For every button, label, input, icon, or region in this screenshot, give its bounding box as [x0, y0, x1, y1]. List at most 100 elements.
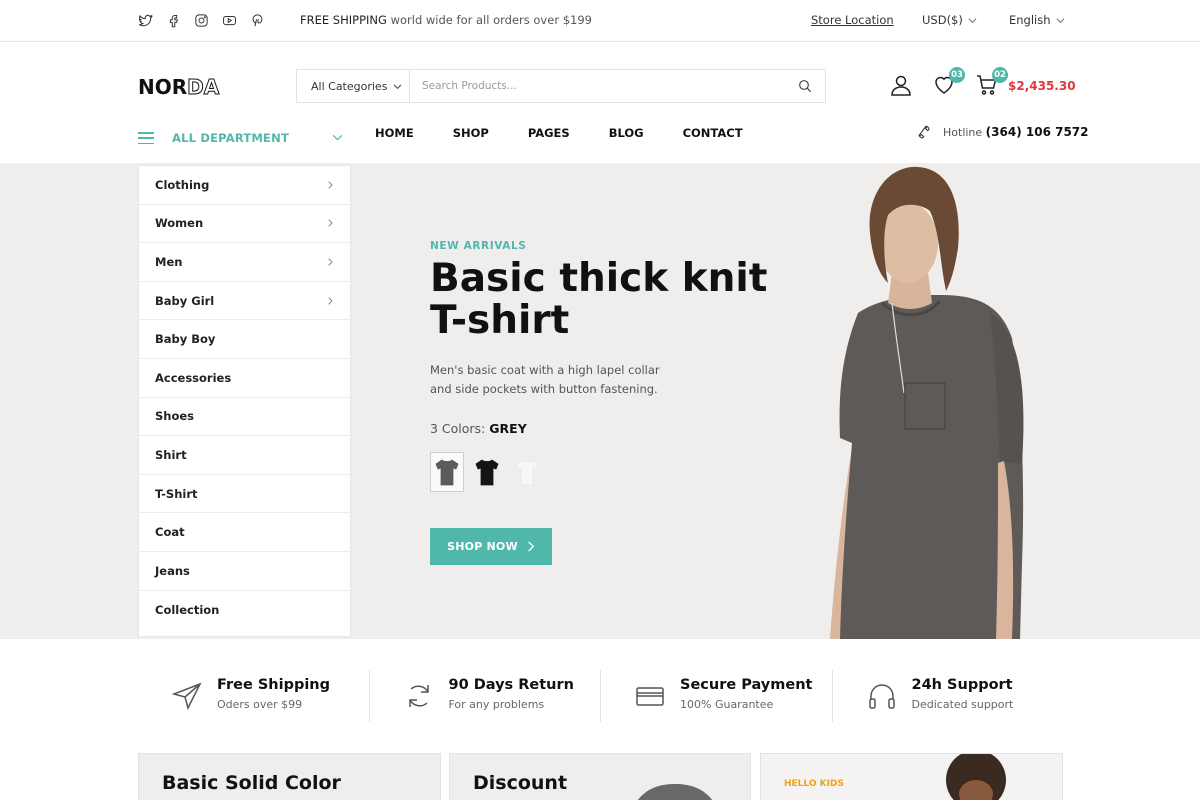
- color-swatch[interactable]: [430, 452, 464, 492]
- category-select-value: All Categories: [311, 79, 388, 93]
- category-label: Jeans: [155, 563, 190, 578]
- pinterest-icon[interactable]: [249, 12, 266, 29]
- search-bar: All Categories: [296, 69, 826, 103]
- twitter-icon[interactable]: [137, 12, 154, 29]
- language-select[interactable]: English: [1009, 13, 1065, 27]
- chevron-right-icon: [328, 219, 333, 228]
- category-select[interactable]: All Categories: [297, 70, 410, 102]
- category-label: Clothing: [155, 177, 210, 192]
- hotline: Hotline (364) 106 7572: [915, 124, 1089, 140]
- hamburger-icon: [138, 132, 154, 144]
- chevron-down-icon: [393, 83, 402, 89]
- category-item[interactable]: Baby Girl: [139, 282, 350, 321]
- feature-subtitle: Dedicated support: [911, 698, 1014, 711]
- cart-count-badge: 02: [992, 67, 1008, 83]
- chevron-down-icon: [968, 17, 977, 23]
- category-item[interactable]: Clothing: [139, 166, 350, 205]
- promo-kid-image: [946, 754, 1006, 800]
- cart-button[interactable]: 02: [975, 67, 1008, 97]
- tshirt-icon: [475, 459, 499, 486]
- category-item[interactable]: Shirt: [139, 436, 350, 475]
- search-input[interactable]: [410, 70, 785, 102]
- top-bar: FREE SHIPPING world wide for all orders …: [0, 0, 1200, 42]
- tshirt-icon: [435, 459, 459, 486]
- promo-card-kids[interactable]: HELLO KIDS: [760, 753, 1063, 800]
- instagram-icon[interactable]: [193, 12, 210, 29]
- feature-title: 90 Days Return: [448, 677, 574, 693]
- promo-title: Discount: [473, 772, 568, 794]
- phone-icon: [918, 125, 930, 139]
- headphones-icon: [868, 684, 895, 709]
- chevron-right-icon: [328, 181, 333, 189]
- category-label: Shoes: [155, 409, 195, 424]
- account-button[interactable]: [889, 73, 913, 97]
- promo-product-image: [637, 784, 713, 800]
- features-strip: Free Shipping Oders over $99 90 Days Retu…: [138, 670, 1063, 726]
- category-item[interactable]: Baby Boy: [139, 320, 350, 359]
- category-label: Women: [155, 216, 204, 231]
- social-links: [137, 12, 266, 29]
- return-icon: [408, 685, 429, 707]
- category-label: Collection: [155, 602, 220, 617]
- wishlist-count-badge: 03: [949, 67, 965, 83]
- shop-now-label: SHOP NOW: [447, 540, 518, 553]
- category-item[interactable]: Shoes: [139, 398, 350, 437]
- color-count: 3 Colors: GREY: [430, 421, 527, 436]
- currency-value: USD($): [922, 13, 963, 27]
- department-label: ALL DEPARTMENT: [172, 131, 289, 145]
- user-icon: [891, 75, 911, 96]
- wishlist-button[interactable]: 03: [932, 67, 965, 97]
- category-item[interactable]: T-Shirt: [139, 475, 350, 514]
- category-label: T-Shirt: [155, 486, 198, 501]
- promo-card-discount[interactable]: Discount: [449, 753, 751, 800]
- feature-returns: 90 Days Return For any problems: [370, 670, 601, 722]
- all-department-toggle[interactable]: ALL DEPARTMENT: [138, 128, 343, 148]
- color-swatch[interactable]: [510, 452, 544, 492]
- category-item[interactable]: Collection: [139, 591, 350, 630]
- promo-card-basic-solid[interactable]: Basic Solid Color: [138, 753, 441, 800]
- nav-contact[interactable]: CONTACT: [683, 126, 743, 140]
- facebook-icon[interactable]: [165, 12, 182, 29]
- category-label: Accessories: [155, 370, 232, 385]
- feature-secure-payment: Secure Payment 100% Guarantee: [601, 670, 833, 722]
- nav-blog[interactable]: BLOG: [609, 126, 644, 140]
- category-item[interactable]: Accessories: [139, 359, 350, 398]
- chevron-down-icon: [332, 134, 343, 141]
- nav-shop[interactable]: SHOP: [453, 126, 489, 140]
- store-location-link[interactable]: Store Location: [811, 13, 894, 27]
- hotline-number[interactable]: (364) 106 7572: [986, 125, 1089, 139]
- feature-title: Secure Payment: [680, 677, 813, 693]
- cart-total[interactable]: $2,435.30: [1008, 79, 1076, 93]
- paper-plane-icon: [171, 682, 202, 711]
- shipping-strong-text: FREE SHIPPING: [300, 13, 387, 27]
- category-item[interactable]: Jeans: [139, 552, 350, 591]
- promo-title: Basic Solid Color: [162, 772, 341, 794]
- color-swatch[interactable]: [470, 452, 504, 492]
- shop-now-button[interactable]: SHOP NOW: [430, 528, 552, 565]
- hero-title-line2: T-shirt: [430, 298, 570, 343]
- shipping-rest-text: world wide for all orders over $199: [386, 13, 592, 27]
- hero-title-line1: Basic thick knit: [430, 256, 768, 301]
- feature-support: 24h Support Dedicated support: [833, 670, 1064, 722]
- hero-banner: Clothing Women Men Baby Girl Baby Boy Accesso…: [0, 163, 1200, 639]
- currency-select[interactable]: USD($): [922, 13, 977, 27]
- colors-value: GREY: [489, 421, 527, 436]
- main-nav: HOME SHOP PAGES BLOG CONTACT: [375, 126, 782, 140]
- category-label: Baby Girl: [155, 293, 215, 308]
- logo-solid: NOR: [138, 75, 188, 99]
- language-value: English: [1009, 13, 1051, 27]
- site-logo[interactable]: NORDA: [138, 75, 220, 100]
- nav-pages[interactable]: PAGES: [528, 126, 570, 140]
- search-button[interactable]: [785, 70, 825, 102]
- category-item[interactable]: Women: [139, 205, 350, 244]
- tshirt-icon: [515, 459, 539, 486]
- category-item[interactable]: Men: [139, 243, 350, 282]
- credit-card-icon: [636, 687, 664, 706]
- youtube-icon[interactable]: [221, 12, 238, 29]
- nav-home[interactable]: HOME: [375, 126, 414, 140]
- category-item[interactable]: Coat: [139, 513, 350, 552]
- feature-subtitle: Oders over $99: [217, 698, 303, 711]
- chevron-down-icon: [1056, 17, 1065, 23]
- hotline-label: Hotline: [943, 126, 983, 139]
- colors-label: 3 Colors:: [430, 421, 486, 436]
